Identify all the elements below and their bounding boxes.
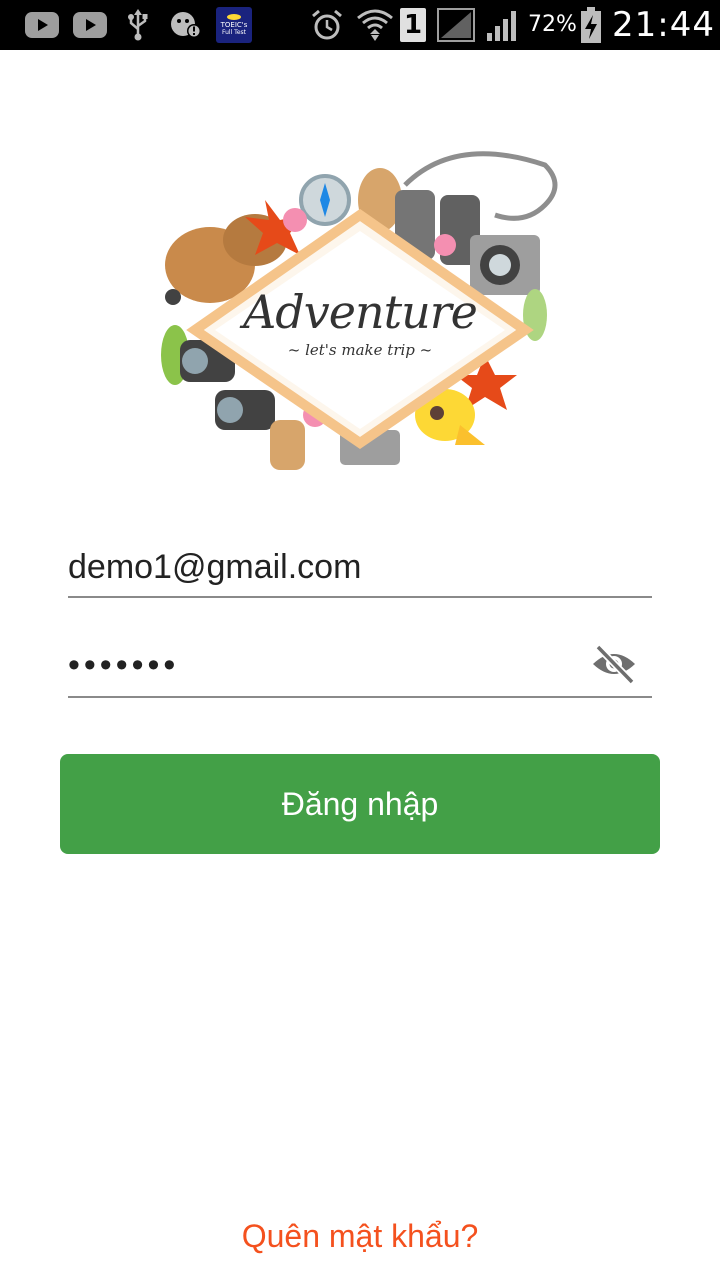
usb-icon: [124, 9, 152, 41]
android-debug-icon: [170, 9, 202, 41]
battery-percent: 72%: [528, 12, 577, 37]
adventure-logo: Adventure ~ let's make trip ~: [155, 145, 565, 480]
sim-label: 1: [403, 10, 423, 40]
youtube-icon: [72, 9, 108, 41]
battery-charging-icon: [580, 7, 602, 43]
wifi-icon: [356, 9, 394, 41]
login-button[interactable]: Đăng nhập: [60, 754, 660, 854]
forgot-password-link[interactable]: Quên mật khẩu?: [0, 1218, 720, 1255]
signal-icon: [436, 8, 476, 42]
toeic-sublabel: Full Test: [222, 29, 246, 36]
email-field[interactable]: [68, 542, 652, 592]
toeic-logo-mark: [227, 14, 241, 20]
eye-off-icon[interactable]: [590, 642, 638, 686]
toeic-label: TOEIC's: [220, 21, 248, 29]
youtube-icon: [24, 9, 60, 41]
logo-title: Adventure: [243, 285, 478, 339]
alarm-icon: [310, 9, 344, 41]
logo-subtitle: ~ let's make trip ~: [287, 341, 433, 359]
sim-1-icon: 1: [400, 8, 426, 42]
clock: 21:44: [612, 5, 715, 45]
email-field-container: [68, 542, 652, 598]
toeic-app-icon: TOEIC's Full Test: [216, 7, 252, 43]
status-bar: TOEIC's Full Test 1 72% 21:44: [0, 0, 720, 50]
password-field-container: [68, 640, 652, 698]
signal-icon: [484, 9, 522, 41]
password-field[interactable]: [68, 640, 568, 690]
